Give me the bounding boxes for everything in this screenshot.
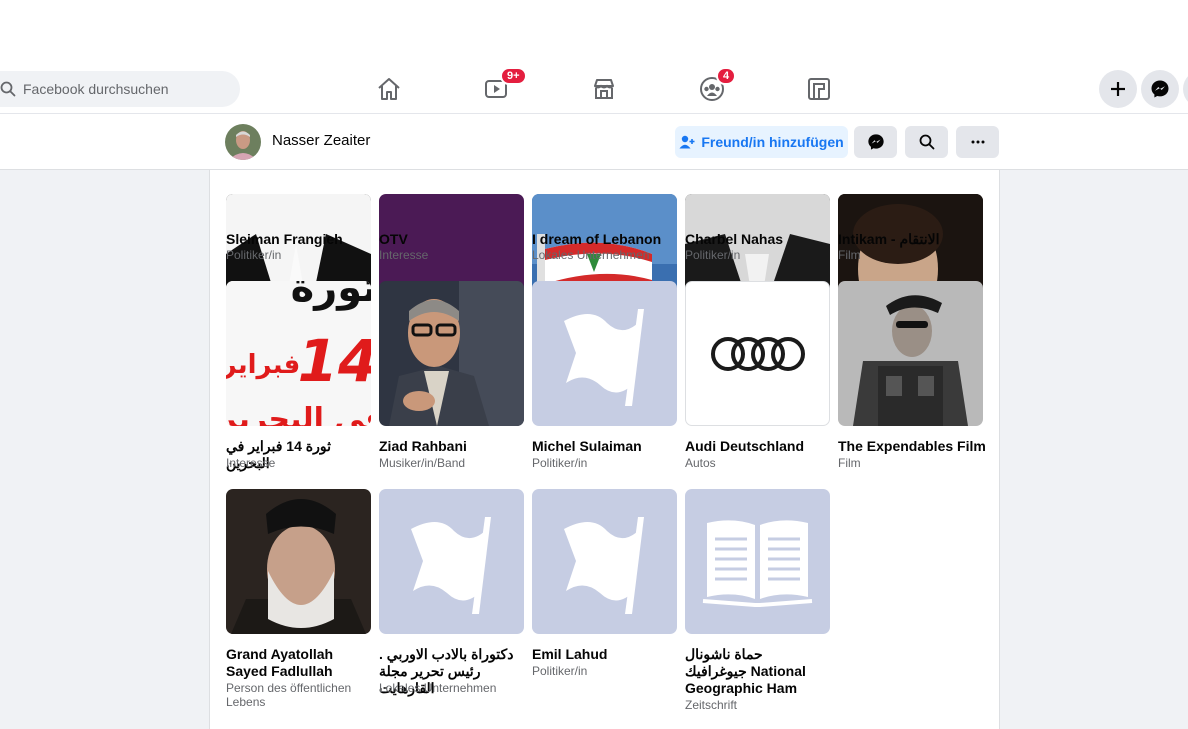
page-name[interactable]: حماة ناشونال جيوغرافيك National Geograph… xyxy=(685,646,825,697)
page-category: Autos xyxy=(685,456,716,470)
profile-sticky-header: Nasser Zeaiter Freund/in hinzufügen xyxy=(0,114,1188,170)
flag-placeholder-icon[interactable] xyxy=(532,281,677,426)
add-friend-button[interactable]: Freund/in hinzufügen xyxy=(675,126,848,158)
page-name[interactable]: OTV xyxy=(379,231,529,248)
flag-placeholder-icon[interactable] xyxy=(379,489,524,634)
page-name[interactable]: Ziad Rahbani xyxy=(379,438,529,455)
page-name[interactable]: Grand Ayatollah Sayed Fadlullah xyxy=(226,646,376,680)
page-category: Musiker/in/Band xyxy=(379,456,466,470)
page-image-audi-deutschland[interactable] xyxy=(685,281,830,426)
page-category: Interesse xyxy=(226,456,276,470)
profile-name[interactable]: Nasser Zeaiter xyxy=(272,132,370,149)
more-icon xyxy=(971,140,984,144)
add-friend-icon xyxy=(679,135,695,149)
flag-placeholder-icon[interactable] xyxy=(532,489,677,634)
page-category: Politiker/in xyxy=(685,248,741,262)
top-navigation-bar: 9+ 4 xyxy=(0,65,1188,114)
page-image-thawra-14-february[interactable]: ثورة 14 فبراير في البحرين xyxy=(226,281,371,426)
book-placeholder-icon[interactable] xyxy=(685,489,830,634)
nav-home[interactable] xyxy=(361,71,417,107)
groups-notification-badge: 4 xyxy=(716,67,737,85)
home-icon xyxy=(378,78,400,100)
plus-icon xyxy=(1111,82,1125,96)
page-name[interactable]: Intikam - الانتقام xyxy=(838,231,988,248)
page-name[interactable]: Sleiman Frangieh xyxy=(226,231,376,248)
top-blank-area xyxy=(0,0,1188,65)
page-category: Lokales Unternehmen xyxy=(379,681,497,695)
page-category: Politiker/in xyxy=(532,456,588,470)
messenger-icon xyxy=(867,134,884,150)
add-friend-label: Freund/in hinzufügen xyxy=(701,134,844,150)
image-text-february: فبراير xyxy=(226,350,300,380)
messenger-button[interactable] xyxy=(1141,70,1179,108)
gaming-icon xyxy=(808,78,830,100)
page-category: Person des öffentlichen Lebens xyxy=(226,681,352,709)
page-name[interactable]: The Expendables Film xyxy=(838,438,988,455)
marketplace-icon xyxy=(594,79,614,99)
page-category: Film xyxy=(838,456,861,470)
page-category: Politiker/in xyxy=(226,248,282,262)
search-icon xyxy=(919,134,934,150)
page-category: Interesse xyxy=(379,248,429,262)
page-image-the-expendables[interactable] xyxy=(838,281,983,426)
page-name[interactable]: Emil Lahud xyxy=(532,646,682,663)
image-text-in-bahrain: في البحرين xyxy=(226,402,371,426)
nav-groups[interactable]: 4 xyxy=(684,67,740,107)
create-button[interactable] xyxy=(1099,70,1137,108)
message-button[interactable] xyxy=(854,126,897,158)
more-options-button[interactable] xyxy=(956,126,999,158)
watch-notification-badge: 9+ xyxy=(500,67,527,85)
page-name[interactable]: Michel Sulaiman xyxy=(532,438,682,455)
page-name[interactable]: Audi Deutschland xyxy=(685,438,835,455)
notifications-button[interactable] xyxy=(1183,70,1188,108)
pages-card: Sleiman Frangieh Politiker/in OTV Intere… xyxy=(209,114,1000,729)
profile-search-button[interactable] xyxy=(905,126,948,158)
image-text-thawra: ثورة xyxy=(291,281,371,311)
page-image-fadlullah[interactable] xyxy=(226,489,371,634)
search-input[interactable] xyxy=(23,81,223,97)
search-icon xyxy=(0,81,16,97)
nav-marketplace[interactable] xyxy=(576,71,632,107)
nav-gaming[interactable] xyxy=(791,71,847,107)
messenger-icon xyxy=(1151,80,1169,98)
page-category: Film xyxy=(838,248,861,262)
nav-watch[interactable]: 9+ xyxy=(468,67,527,107)
page-category: Zeitschrift xyxy=(685,698,738,712)
page-image-ziad-rahbani[interactable] xyxy=(379,281,524,426)
page-category: Lokales Unternehmen xyxy=(532,248,650,262)
page-name[interactable]: I dream of Lebanon xyxy=(532,231,682,248)
avatar[interactable] xyxy=(225,124,261,160)
image-text-14: 14 xyxy=(298,327,371,395)
page-name[interactable]: Charbel Nahas xyxy=(685,231,835,248)
page-category: Politiker/in xyxy=(532,664,588,678)
search-box[interactable] xyxy=(0,71,240,107)
